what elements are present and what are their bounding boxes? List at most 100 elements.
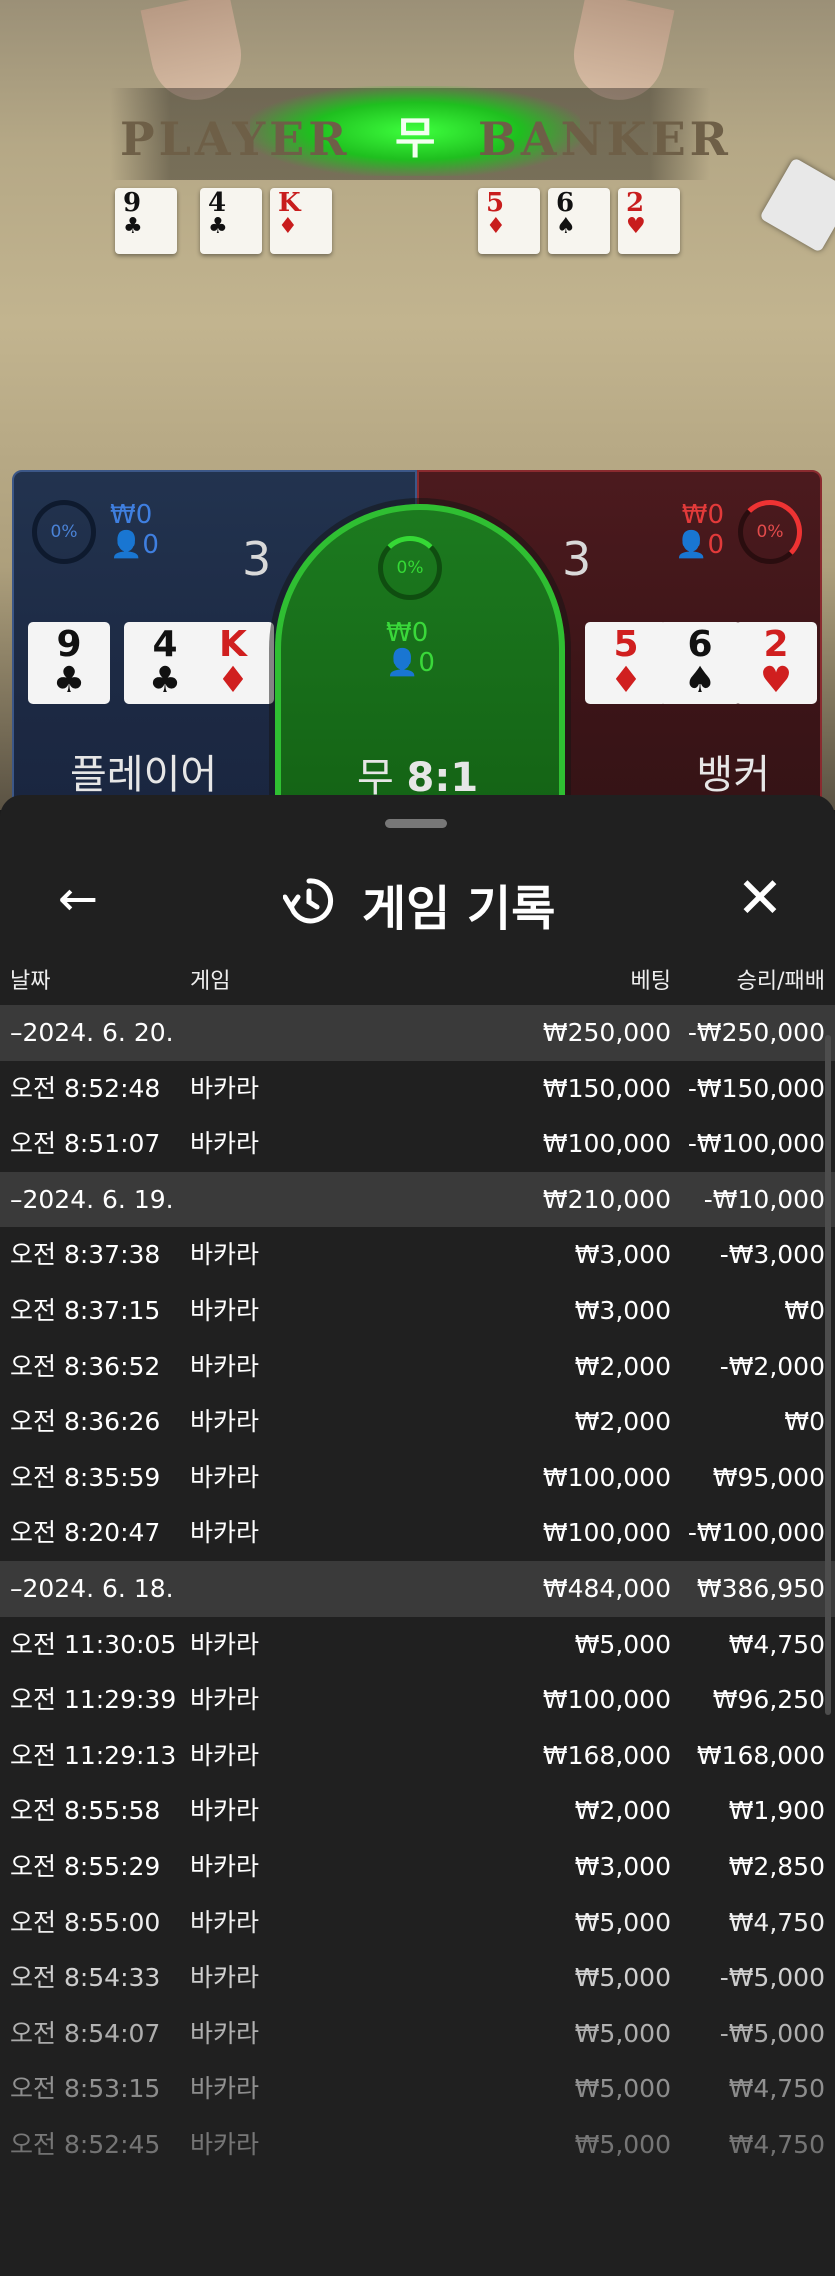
column-bet: 베팅: [630, 969, 671, 994]
row-result: -₩250,000: [687, 1018, 825, 1047]
history-row[interactable]: 오전 8:36:26 바카라 ₩2,000 ₩0: [0, 1394, 835, 1450]
row-bet: ₩5,000: [574, 2129, 671, 2159]
column-headers: 날짜 게임 베팅 승리/패배: [0, 963, 835, 1003]
history-row[interactable]: 오전 8:54:07 바카라 ₩5,000 -₩5,000: [0, 2006, 835, 2062]
row-bet: ₩210,000: [542, 1184, 671, 1214]
row-game: 바카라: [190, 1851, 260, 1881]
row-bet: ₩100,000: [542, 1518, 671, 1548]
row-result: ₩1,900: [728, 1796, 825, 1826]
row-bet: ₩5,000: [574, 2074, 671, 2104]
row-date: 오전 8:51:07: [10, 1129, 161, 1159]
arrow-left-icon: ←: [57, 871, 99, 927]
row-date: –2024. 6. 19.: [10, 1184, 174, 1214]
row-bet: ₩3,000: [574, 1240, 671, 1270]
history-row[interactable]: 오전 8:55:00 바카라 ₩5,000 ₩4,750: [0, 1895, 835, 1951]
row-game: 바카라: [190, 1073, 260, 1103]
date-group-row[interactable]: –2024. 6. 19. ₩210,000 -₩10,000: [0, 1171, 835, 1228]
row-result: ₩4,750: [728, 2074, 825, 2104]
row-game: 바카라: [190, 2074, 260, 2104]
history-row[interactable]: 오전 8:36:52 바카라 ₩2,000 -₩2,000: [0, 1339, 835, 1395]
history-row[interactable]: 오전 11:29:39 바카라 ₩100,000 ₩96,250: [0, 1672, 835, 1728]
row-result: -₩2,000: [719, 1351, 825, 1381]
history-row[interactable]: 오전 8:55:58 바카라 ₩2,000 ₩1,900: [0, 1783, 835, 1839]
row-game: 바카라: [190, 1740, 260, 1770]
column-result: 승리/패배: [736, 969, 825, 994]
history-row[interactable]: 오전 8:51:07 바카라 ₩100,000 -₩100,000: [0, 1116, 835, 1172]
history-row[interactable]: 오전 8:54:33 바카라 ₩5,000 -₩5,000: [0, 1950, 835, 2006]
back-button[interactable]: ←: [48, 871, 108, 931]
player-card-rank: 4: [152, 624, 178, 665]
row-bet: ₩3,000: [574, 1295, 671, 1325]
row-bet: ₩100,000: [542, 1685, 671, 1715]
row-game: 바카라: [190, 1240, 260, 1270]
row-date: 오전 8:52:48: [10, 1073, 161, 1103]
tie-bettor-count: 👤0: [386, 648, 435, 678]
history-row[interactable]: 오전 8:35:59 바카라 ₩100,000 ₩95,000: [0, 1450, 835, 1506]
row-bet: ₩150,000: [542, 1073, 671, 1103]
player-dealt-card-suit: ♦: [278, 214, 298, 239]
drag-handle[interactable]: [385, 819, 447, 828]
row-bet: ₩5,000: [574, 1963, 671, 1993]
date-group-row[interactable]: –2024. 6. 20. ₩250,000 -₩250,000: [0, 1005, 835, 1061]
row-result: -₩5,000: [719, 1963, 825, 1993]
banker-card-rank: 5: [613, 624, 639, 665]
row-result: ₩2,850: [728, 1851, 825, 1881]
row-bet: ₩2,000: [574, 1351, 671, 1381]
row-date: –2024. 6. 18.: [10, 1573, 174, 1603]
banker-count-value: 0: [707, 530, 724, 560]
player-zone-label: 플레이어: [70, 752, 218, 798]
row-bet: ₩5,000: [574, 2018, 671, 2048]
close-button[interactable]: ✕: [730, 869, 790, 929]
row-date: 오전 8:55:29: [10, 1851, 161, 1881]
player-card-suit: ♣: [148, 660, 182, 701]
history-row[interactable]: 오전 8:37:38 바카라 ₩3,000 -₩3,000: [0, 1227, 835, 1283]
player-card: 9 ♣: [28, 622, 110, 704]
row-date: 오전 8:54:07: [10, 2018, 161, 2048]
banker-card-rank: 6: [687, 624, 713, 665]
player-bet-amount: ₩0: [110, 500, 153, 530]
history-row[interactable]: 오전 8:53:15 바카라 ₩5,000 ₩4,750: [0, 2061, 835, 2117]
player-card-suit: ♣: [52, 660, 86, 701]
history-list[interactable]: –2024. 6. 20. ₩250,000 -₩250,000 오전 8:52:48…: [0, 1005, 835, 2172]
scrollbar[interactable]: [825, 1035, 831, 1715]
row-game: 바카라: [190, 2129, 260, 2159]
history-row[interactable]: 오전 11:29:13 바카라 ₩168,000 ₩168,000: [0, 1728, 835, 1784]
row-bet: ₩250,000: [542, 1018, 671, 1047]
row-bet: ₩5,000: [574, 1629, 671, 1659]
tie-percent-ring: 0%: [378, 536, 442, 600]
banker-card-suit: ♥: [759, 660, 793, 701]
column-date: 날짜: [10, 969, 51, 994]
row-bet: ₩100,000: [542, 1129, 671, 1159]
row-bet: ₩100,000: [542, 1462, 671, 1492]
banker-card: 6 ♠: [659, 622, 741, 704]
player-score: 3: [242, 532, 272, 586]
history-row[interactable]: 오전 8:52:45 바카라 ₩5,000 ₩4,750: [0, 2117, 835, 2173]
felt-tie-label: 무: [395, 113, 436, 164]
row-game: 바카라: [190, 1907, 260, 1937]
history-row[interactable]: 오전 8:52:48 바카라 ₩150,000 -₩150,000: [0, 1061, 835, 1117]
row-date: 오전 8:54:33: [10, 1963, 161, 1993]
column-game: 게임: [190, 969, 231, 994]
row-date: 오전 8:36:26: [10, 1407, 161, 1437]
tie-bet-zone[interactable]: 0% ₩0 👤0 무 8:1: [275, 504, 565, 810]
row-bet: ₩2,000: [574, 1796, 671, 1826]
history-row[interactable]: 오전 11:30:05 바카라 ₩5,000 ₩4,750: [0, 1617, 835, 1673]
player-card: K ♦: [192, 622, 274, 704]
player-dealt-card-suit: ♣: [123, 214, 143, 239]
user-icon: 👤: [386, 648, 419, 678]
row-game: 바카라: [190, 1685, 260, 1715]
row-game: 바카라: [190, 1518, 260, 1548]
user-icon: 👤: [110, 530, 143, 560]
row-game: 바카라: [190, 2018, 260, 2048]
history-row[interactable]: 오전 8:55:29 바카라 ₩3,000 ₩2,850: [0, 1839, 835, 1895]
close-icon: ✕: [736, 866, 784, 931]
betting-board: 0% ₩0 👤0 3 9 ♣ 4 ♣ K ♦ 플레이어 0% ₩0 👤0 3 5 ♦ 6 ♠ 2 ♥…: [12, 470, 822, 810]
banker-card: 2 ♥: [735, 622, 817, 704]
date-group-row[interactable]: –2024. 6. 18. ₩484,000 ₩386,950: [0, 1560, 835, 1617]
row-game: 바카라: [190, 1462, 260, 1492]
row-result: ₩4,750: [728, 2129, 825, 2159]
history-row[interactable]: 오전 8:37:15 바카라 ₩3,000 ₩0: [0, 1283, 835, 1339]
row-game: 바카라: [190, 1129, 260, 1159]
banker-percent-ring: 0%: [738, 500, 802, 564]
history-row[interactable]: 오전 8:20:47 바카라 ₩100,000 -₩100,000: [0, 1505, 835, 1561]
